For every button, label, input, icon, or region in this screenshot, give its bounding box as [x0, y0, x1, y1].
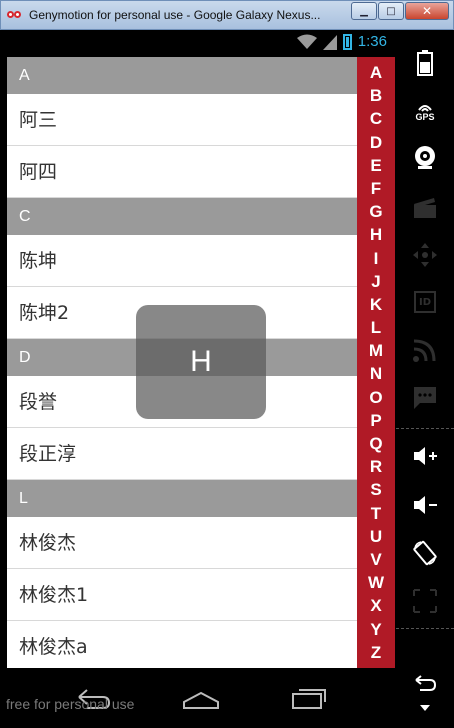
list-item[interactable]: 林俊杰1: [7, 569, 357, 621]
gps-tool-icon[interactable]: GPS: [405, 92, 445, 132]
more-arrow-icon[interactable]: [405, 698, 445, 718]
close-button[interactable]: ✕: [405, 2, 449, 20]
index-letter-g[interactable]: G: [369, 200, 382, 223]
index-letter-v[interactable]: V: [370, 548, 381, 571]
status-bar: 1:36: [7, 30, 395, 57]
index-letter-z[interactable]: Z: [371, 641, 381, 664]
network-tool-icon[interactable]: [405, 330, 445, 370]
list-item[interactable]: 陈坤: [7, 235, 357, 287]
list-item[interactable]: 阿四: [7, 146, 357, 198]
index-letter-n[interactable]: N: [370, 362, 382, 385]
index-letter-j[interactable]: J: [371, 270, 380, 293]
index-letter-p[interactable]: P: [370, 409, 381, 432]
section-header-c: C: [7, 198, 357, 235]
sidebar-divider: [396, 628, 454, 629]
section-header-l: L: [7, 480, 357, 517]
section-header-a: A: [7, 57, 357, 94]
genymotion-logo-icon: [7, 9, 23, 21]
index-letter-e[interactable]: E: [370, 154, 381, 177]
window-titlebar: Genymotion for personal use - Google Gal…: [0, 0, 454, 30]
genymotion-sidebar: GPS ID: [396, 30, 454, 728]
sms-tool-icon[interactable]: [405, 378, 445, 418]
maximize-button[interactable]: □: [378, 2, 404, 20]
index-letter-k[interactable]: K: [370, 293, 382, 316]
index-letter-a[interactable]: A: [370, 61, 382, 84]
device-id-tool-icon[interactable]: ID: [405, 282, 445, 322]
index-letter-i[interactable]: I: [374, 247, 379, 270]
gps-label: GPS: [415, 112, 435, 122]
battery-tool-icon[interactable]: [405, 43, 445, 83]
signal-icon: [322, 34, 337, 50]
screencast-tool-icon[interactable]: [405, 188, 445, 228]
alphabet-index-bar[interactable]: ABCDEFGHIJKLMNOPQRSTUVWXYZ: [357, 57, 395, 697]
index-letter-s[interactable]: S: [370, 478, 381, 501]
watermark-text: free for personal use: [6, 696, 135, 712]
list-item[interactable]: 阿三: [7, 94, 357, 146]
list-item[interactable]: 段正淳: [7, 428, 357, 480]
device-screen: 1:36 A 阿三 阿四 C 陈坤 陈坤2 D 段誉 段正淳 L 林俊杰 林俊杰…: [0, 30, 454, 728]
index-letter-l[interactable]: L: [371, 316, 381, 339]
sidebar-divider: [396, 428, 454, 429]
index-letter-m[interactable]: M: [369, 339, 383, 362]
webcam-tool-icon[interactable]: [405, 138, 445, 178]
letter-overlay: H: [136, 305, 266, 419]
pixel-perfect-icon[interactable]: [405, 581, 445, 621]
status-time: 1:36: [357, 33, 387, 50]
dpad-tool-icon[interactable]: [405, 235, 445, 275]
index-letter-r[interactable]: R: [370, 455, 382, 478]
window-title: Genymotion for personal use - Google Gal…: [29, 8, 321, 22]
index-letter-c[interactable]: C: [370, 107, 382, 130]
index-letter-f[interactable]: F: [371, 177, 381, 200]
index-letter-u[interactable]: U: [370, 525, 382, 548]
index-letter-t[interactable]: T: [371, 502, 381, 525]
index-letter-w[interactable]: W: [368, 571, 384, 594]
index-letter-b[interactable]: B: [370, 84, 382, 107]
id-label: ID: [414, 291, 436, 313]
volume-down-icon[interactable]: [405, 485, 445, 525]
index-letter-h[interactable]: H: [370, 223, 382, 246]
wifi-icon: [296, 34, 317, 49]
volume-up-icon[interactable]: [405, 436, 445, 476]
index-letter-x[interactable]: X: [370, 594, 381, 617]
list-item[interactable]: 林俊杰: [7, 517, 357, 569]
rotate-icon[interactable]: [405, 533, 445, 573]
recent-apps-icon[interactable]: [289, 682, 329, 712]
list-item[interactable]: 林俊杰a: [7, 621, 357, 668]
index-letter-d[interactable]: D: [370, 131, 382, 154]
home-icon[interactable]: [181, 682, 221, 712]
index-letter-o[interactable]: O: [369, 386, 382, 409]
index-letter-y[interactable]: Y: [370, 618, 381, 641]
minimize-button[interactable]: ▁: [351, 2, 377, 20]
index-letter-q[interactable]: Q: [369, 432, 382, 455]
battery-icon: [342, 33, 352, 50]
